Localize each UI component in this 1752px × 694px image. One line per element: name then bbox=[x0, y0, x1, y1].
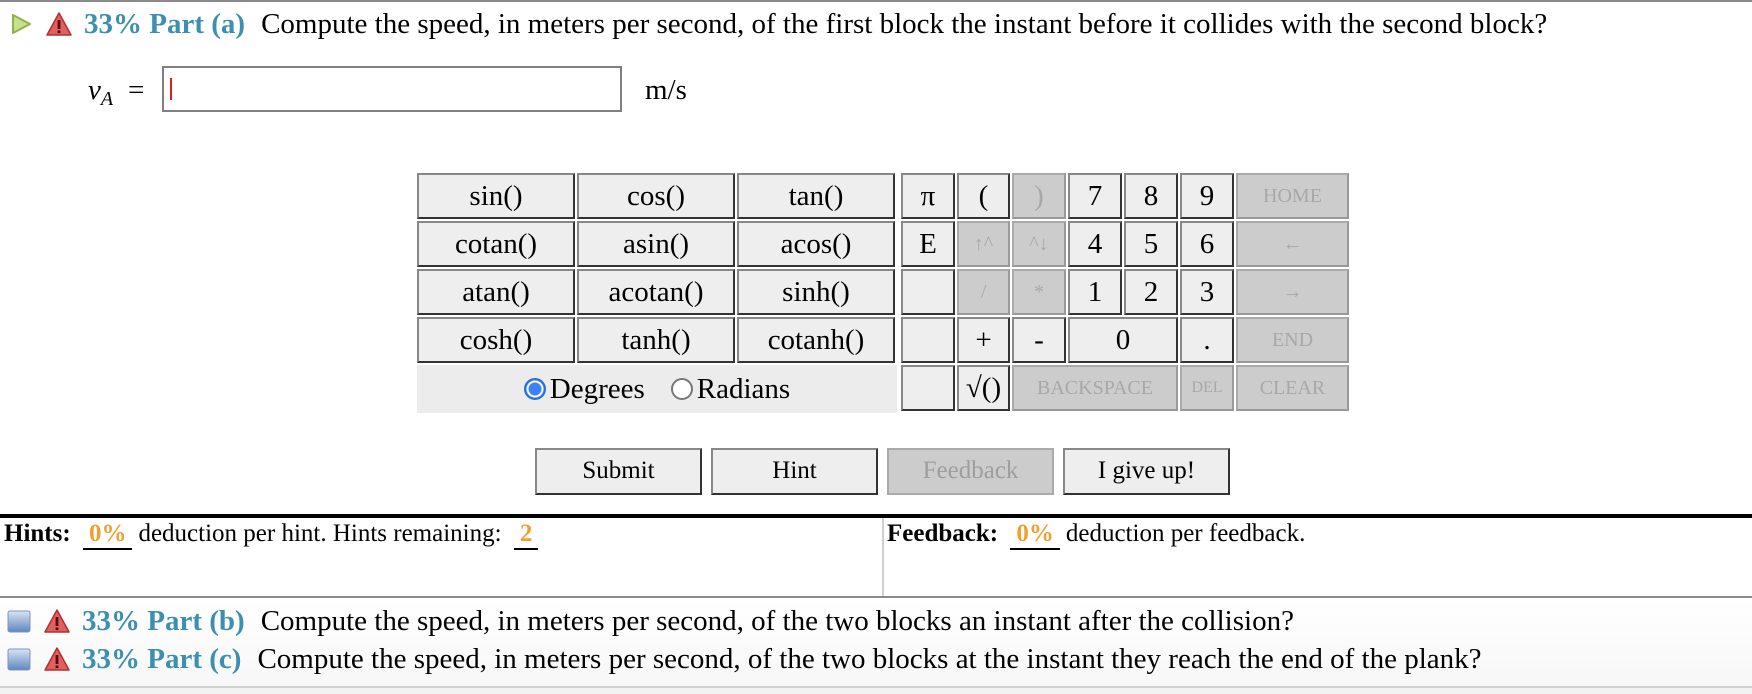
digit-4-key[interactable]: 4 bbox=[1068, 221, 1122, 267]
arrow-left-key[interactable]: ← bbox=[1236, 221, 1349, 267]
multiply-key[interactable]: * bbox=[1012, 269, 1066, 315]
home-key[interactable]: HOME bbox=[1236, 173, 1349, 219]
answer-row: vA = m/s bbox=[0, 66, 800, 116]
hints-info: Hints: 0% deduction per hint. Hints remai… bbox=[4, 520, 544, 550]
digit-1-key[interactable]: 1 bbox=[1068, 269, 1122, 315]
feedback-text: deduction per feedback. bbox=[1065, 520, 1306, 547]
asin-button[interactable]: asin() bbox=[577, 221, 735, 267]
hints-remaining-value: 2 bbox=[513, 520, 539, 550]
variable-label: vA bbox=[88, 74, 114, 110]
digit-5-key[interactable]: 5 bbox=[1124, 221, 1178, 267]
give-up-button[interactable]: I give up! bbox=[1063, 448, 1230, 495]
part-c-header[interactable]: 33% Part (c) Compute the speed, in meter… bbox=[6, 639, 1482, 679]
blank-key-3[interactable] bbox=[901, 365, 955, 411]
warning-icon bbox=[44, 609, 70, 633]
sin-button[interactable]: sin() bbox=[417, 173, 575, 219]
superscript-down-key[interactable]: ^↓ bbox=[1012, 221, 1066, 267]
left-paren-key[interactable]: ( bbox=[957, 173, 1010, 219]
digit-7-key[interactable]: 7 bbox=[1068, 173, 1122, 219]
part-a-question: Compute the speed, in meters per second,… bbox=[261, 7, 1548, 40]
delete-key[interactable]: DEL bbox=[1180, 365, 1234, 411]
part-b-question: Compute the speed, in meters per second,… bbox=[260, 604, 1294, 637]
digit-6-key[interactable]: 6 bbox=[1180, 221, 1234, 267]
cos-button[interactable]: cos() bbox=[577, 173, 735, 219]
part-b-label: 33% Part (b) bbox=[82, 604, 245, 637]
digit-2-key[interactable]: 2 bbox=[1124, 269, 1178, 315]
blank-key-1[interactable] bbox=[901, 269, 955, 315]
bottom-strip bbox=[0, 688, 1752, 694]
warning-icon bbox=[46, 12, 72, 36]
feedback-info: Feedback: 0% deduction per feedback. bbox=[887, 520, 1305, 550]
equals-sign: = bbox=[128, 74, 145, 106]
submit-button[interactable]: Submit bbox=[535, 448, 702, 495]
feedback-label: Feedback: bbox=[887, 520, 999, 547]
pi-key[interactable]: π bbox=[901, 173, 955, 219]
section-divider bbox=[0, 514, 1752, 518]
cosh-button[interactable]: cosh() bbox=[417, 317, 575, 363]
plus-key[interactable]: + bbox=[957, 317, 1010, 363]
cotanh-button[interactable]: cotanh() bbox=[737, 317, 895, 363]
collapsed-box-icon[interactable] bbox=[6, 646, 32, 672]
warning-icon bbox=[44, 647, 70, 671]
right-paren-key[interactable]: ) bbox=[1012, 173, 1066, 219]
end-key[interactable]: END bbox=[1236, 317, 1349, 363]
hints-label: Hints: bbox=[4, 520, 71, 547]
part-c-question: Compute the speed, in meters per second,… bbox=[257, 642, 1482, 675]
feedback-button[interactable]: Feedback bbox=[887, 448, 1054, 495]
degrees-label: Degrees bbox=[549, 372, 645, 405]
acos-button[interactable]: acos() bbox=[737, 221, 895, 267]
divide-key[interactable]: / bbox=[957, 269, 1010, 315]
radians-option[interactable]: Radians bbox=[670, 372, 791, 406]
backspace-key[interactable]: BACKSPACE bbox=[1012, 365, 1178, 411]
minus-key[interactable]: - bbox=[1012, 317, 1066, 363]
digit-9-key[interactable]: 9 bbox=[1180, 173, 1234, 219]
feedback-deduction-value: 0% bbox=[1010, 520, 1060, 550]
degrees-radio[interactable] bbox=[523, 378, 546, 400]
radians-label: Radians bbox=[696, 372, 791, 405]
sqrt-key[interactable]: √() bbox=[957, 365, 1010, 411]
unit-label: m/s bbox=[645, 74, 687, 106]
hint-button[interactable]: Hint bbox=[711, 448, 878, 495]
arrow-right-key[interactable]: → bbox=[1236, 269, 1349, 315]
e-key[interactable]: E bbox=[901, 221, 955, 267]
degrees-option[interactable]: Degrees bbox=[523, 372, 645, 406]
text-caret bbox=[170, 78, 172, 100]
collapsed-box-icon[interactable] bbox=[6, 608, 32, 634]
play-triangle-icon[interactable] bbox=[8, 11, 34, 37]
radians-radio[interactable] bbox=[670, 378, 693, 400]
column-divider bbox=[882, 518, 884, 596]
hints-text: deduction per hint. Hints remaining: bbox=[138, 520, 502, 547]
digit-3-key[interactable]: 3 bbox=[1180, 269, 1234, 315]
atan-button[interactable]: atan() bbox=[417, 269, 575, 315]
angle-mode-group: Degrees Radians bbox=[417, 365, 897, 413]
part-a-label: 33% Part (a) bbox=[84, 7, 246, 40]
clear-key[interactable]: CLEAR bbox=[1236, 365, 1349, 411]
part-a-header[interactable]: 33% Part (a) Compute the speed, in meter… bbox=[8, 4, 1547, 44]
part-b-header[interactable]: 33% Part (b) Compute the speed, in meter… bbox=[6, 601, 1294, 641]
part-c-label: 33% Part (c) bbox=[82, 642, 242, 675]
top-border bbox=[0, 0, 1752, 2]
blank-key-2[interactable] bbox=[901, 317, 955, 363]
tanh-button[interactable]: tanh() bbox=[577, 317, 735, 363]
cotan-button[interactable]: cotan() bbox=[417, 221, 575, 267]
digit-8-key[interactable]: 8 bbox=[1124, 173, 1178, 219]
answer-input[interactable] bbox=[162, 66, 622, 112]
superscript-up-key[interactable]: ↑^ bbox=[957, 221, 1010, 267]
sinh-button[interactable]: sinh() bbox=[737, 269, 895, 315]
acotan-button[interactable]: acotan() bbox=[577, 269, 735, 315]
digit-0-key[interactable]: 0 bbox=[1068, 317, 1178, 363]
hint-deduction-value: 0% bbox=[82, 520, 133, 550]
decimal-point-key[interactable]: . bbox=[1180, 317, 1234, 363]
tan-button[interactable]: tan() bbox=[737, 173, 895, 219]
